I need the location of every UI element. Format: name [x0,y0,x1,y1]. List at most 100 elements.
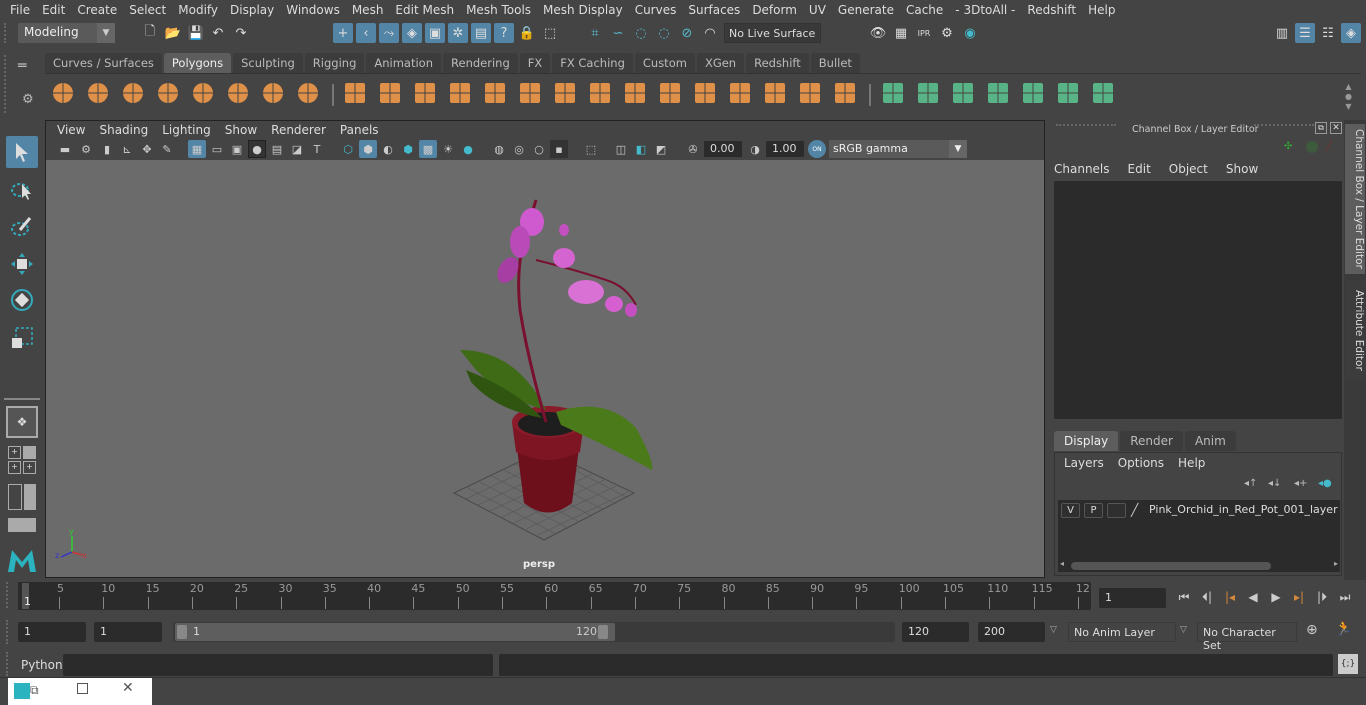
shelf-tab-rigging[interactable]: Rigging [304,53,365,73]
paint-select-tool-icon[interactable] [6,210,38,242]
start-frame-field[interactable]: 1 [18,622,86,642]
character-set-chevron-icon[interactable]: ▽ [1180,625,1187,635]
xray-icon[interactable]: ◫ [612,140,630,158]
depth-of-field-icon[interactable]: ▪ [550,140,568,158]
exposure-icon[interactable]: ✇ [684,140,702,158]
wireframe-on-shaded-icon[interactable]: ⬢ [399,140,417,158]
menu-cache[interactable]: Cache [900,3,949,17]
select-misc-icon[interactable]: ? [494,23,514,43]
scroll-left-icon[interactable]: ◂ [1060,559,1064,568]
viewport-menu-show[interactable]: Show [218,123,264,137]
modeling-toolkit-icon[interactable]: ▥ [1272,23,1292,43]
mirror-icon[interactable] [412,80,438,106]
select-component-icon[interactable]: ⤳ [379,23,399,43]
snap-surface-icon[interactable]: ⊘ [677,23,697,43]
layer-playback-toggle[interactable]: P [1084,503,1103,518]
viewport-menu-view[interactable]: View [50,123,92,137]
go-to-start-icon[interactable]: ⏮ [1174,588,1194,606]
safe-action-icon[interactable]: ◪ [288,140,306,158]
step-forward-key-icon[interactable]: ▸| [1289,588,1309,606]
new-scene-icon[interactable]: 🗋 [140,23,160,43]
open-scene-icon[interactable]: 📂 [163,23,183,43]
snap-live-icon[interactable]: ◠ [700,23,720,43]
viewport-menu-lighting[interactable]: Lighting [155,123,218,137]
shadows-icon[interactable]: ● [459,140,477,158]
layer-tab-render[interactable]: Render [1120,431,1183,451]
lasso-tool-icon[interactable] [6,174,38,206]
uv-cylindrical-icon[interactable] [950,80,976,106]
snap-grid-icon[interactable]: ⌗ [585,23,605,43]
select-multi-icon[interactable]: ✲ [448,23,468,43]
menu-modify[interactable]: Modify [172,3,224,17]
speed-icon[interactable] [1306,141,1318,153]
move-layer-up-icon[interactable]: ◂↑ [1244,478,1257,489]
quad-draw-icon[interactable] [880,80,906,106]
select-object-icon[interactable]: ‹ [356,23,376,43]
step-forward-frame-icon[interactable]: |⏵ [1312,588,1332,606]
menu-3dtoall[interactable]: - 3DtoAll - [949,3,1021,17]
color-management-toggle[interactable]: ON [808,140,826,158]
maximize-window-icon[interactable] [77,683,88,694]
channel-menu-edit[interactable]: Edit [1128,162,1151,176]
merge-icon[interactable] [797,80,823,106]
shelf-tab-fx-caching[interactable]: FX Caching [552,53,633,73]
snap-point-icon[interactable]: ◌ [631,23,651,43]
new-layer-icon[interactable]: ◂+ [1294,478,1307,489]
poly-cone-icon[interactable] [155,80,181,106]
shelf-scroll[interactable]: ▲ ● ▼ [1345,82,1352,112]
graph-layout-icon[interactable] [8,518,36,532]
undo-icon[interactable]: ↶ [208,23,228,43]
viewport-menu-shading[interactable]: Shading [92,123,155,137]
shelf-tab-redshift[interactable]: Redshift [746,53,809,73]
channel-menu-channels[interactable]: Channels [1054,162,1110,176]
live-surface-field[interactable]: No Live Surface [724,23,821,43]
gate-mask-icon[interactable]: ● [248,140,266,158]
ipr-render-icon[interactable]: IPR [914,23,934,43]
select-render-icon[interactable]: ▤ [471,23,491,43]
separate-icon[interactable] [377,80,403,106]
wireframe-icon[interactable]: ⬡ [339,140,357,158]
film-gate-icon[interactable]: ▭ [208,140,226,158]
single-view-layout-icon[interactable]: ❖ [6,406,38,438]
menu-edit[interactable]: Edit [36,3,71,17]
layer-name[interactable]: Pink_Orchid_in_Red_Pot_001_layer [1149,503,1338,516]
shelf-menu-icon[interactable]: ═ [18,58,26,74]
bevel-icon[interactable] [517,80,543,106]
layer-tab-display[interactable]: Display [1054,431,1119,451]
poly-pipe-icon[interactable] [295,80,321,106]
channel-menu-show[interactable]: Show [1226,162,1258,176]
side-tab-channel-box[interactable]: Channel Box / Layer Editor [1345,124,1365,274]
select-vertex-icon[interactable]: ◈ [402,23,422,43]
command-language-toggle[interactable]: Python [21,658,63,672]
bridge-icon[interactable] [587,80,613,106]
scroll-right-icon[interactable]: ▸ [1334,559,1338,568]
poly-torus-icon[interactable] [225,80,251,106]
layer-menu-options[interactable]: Options [1118,456,1164,470]
menu-create[interactable]: Create [71,3,123,17]
smooth-icon[interactable] [447,80,473,106]
xray-joints-icon[interactable]: ◧ [632,140,650,158]
restore-window-icon[interactable]: ⧉ [30,683,39,698]
bookmark-icon[interactable]: ▮ [98,140,116,158]
tool-settings-icon[interactable]: ☷ [1318,23,1338,43]
shelf-tab-sculpting[interactable]: Sculpting [233,53,303,73]
channel-menu-object[interactable]: Object [1169,162,1208,176]
shelf-tab-animation[interactable]: Animation [366,53,442,73]
snap-curve-icon[interactable]: ∽ [608,23,628,43]
layer-display-type-toggle[interactable] [1107,503,1126,518]
playback-start-field[interactable]: 1 [94,622,162,642]
gamma-icon[interactable]: ◑ [746,140,764,158]
timeline-grip[interactable] [6,582,10,608]
drag-handle[interactable] [4,23,8,43]
color-space-dropdown[interactable]: sRGB gamma ▼ [829,140,967,158]
uv-planar-icon[interactable] [915,80,941,106]
shelf-tab-curves-surfaces[interactable]: Curves / Surfaces [45,53,162,73]
shelf-handle[interactable] [4,55,8,113]
range-slider-bar[interactable] [175,623,615,641]
render-view-icon[interactable]: 👁 [868,23,888,43]
extrude-icon[interactable] [552,80,578,106]
render-current-icon[interactable]: ▦ [891,23,911,43]
new-layer-selected-icon[interactable]: ◂● [1318,478,1332,489]
playback-end-field[interactable]: 120 [902,622,969,642]
anim-layer-dropdown[interactable]: No Anim Layer [1068,622,1176,642]
